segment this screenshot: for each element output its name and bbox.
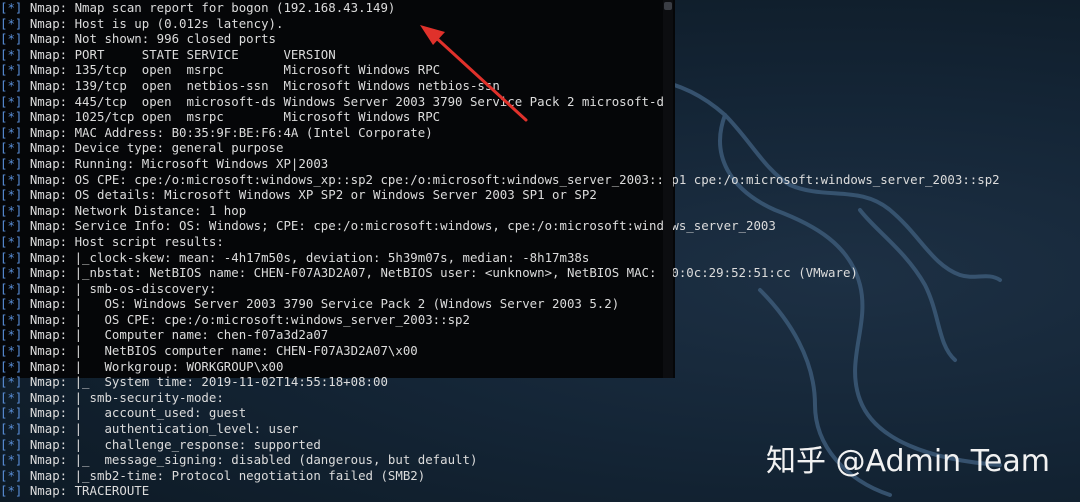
terminal-line: [*] Nmap: Not shown: 996 closed ports	[0, 31, 1000, 47]
terminal-line: [*] Nmap: Host script results:	[0, 234, 1000, 250]
terminal-scrollbar[interactable]	[663, 0, 673, 378]
line-text: Nmap: TRACEROUTE	[29, 483, 150, 499]
line-text: Nmap: | NetBIOS computer name: CHEN-F07A…	[29, 343, 418, 359]
line-prefix: [*]	[0, 77, 30, 93]
line-text: Nmap: | authentication_level: user	[29, 421, 299, 437]
line-prefix: [*]	[0, 0, 30, 15]
terminal-line: [*] Nmap: 445/tcp open microsoft-ds Wind…	[0, 94, 1000, 110]
terminal-line: [*] Nmap: | Computer name: chen-f07a3d2a…	[0, 327, 1000, 343]
line-text: Nmap: |_ message_signing: disabled (dang…	[29, 452, 478, 468]
terminal-line: [*] Nmap: Network Distance: 1 hop	[0, 203, 1000, 219]
line-prefix: [*]	[0, 374, 30, 390]
terminal-line: [*] Nmap: 1025/tcp open msrpc Microsoft …	[0, 109, 1000, 125]
terminal-line: [*] Nmap: | OS CPE: cpe:/o:microsoft:win…	[0, 312, 1000, 328]
line-prefix: [*]	[0, 296, 30, 312]
line-prefix: [*]	[0, 483, 30, 499]
line-prefix: [*]	[0, 311, 30, 327]
line-prefix: [*]	[0, 467, 30, 483]
line-prefix: [*]	[0, 327, 30, 343]
line-text: Nmap: |_smb2-time: Protocol negotiation …	[29, 467, 426, 483]
scrollbar-thumb[interactable]	[664, 2, 672, 10]
line-text: Nmap: Nmap scan report for bogon (192.16…	[29, 0, 396, 15]
terminal-line: [*] Nmap: |_ System time: 2019-11-02T14:…	[0, 374, 1000, 390]
line-text: Nmap: 135/tcp open msrpc Microsoft Windo…	[29, 62, 441, 78]
terminal-line: [*] Nmap: PORT STATE SERVICE VERSION	[0, 47, 1000, 63]
line-prefix: [*]	[0, 218, 30, 234]
terminal-line: [*] Nmap: | authentication_level: user	[0, 421, 1000, 437]
terminal-line: [*] Nmap: | smb-os-discovery:	[0, 281, 1000, 297]
terminal-line: [*] Nmap: OS CPE: cpe:/o:microsoft:windo…	[0, 172, 1000, 188]
line-prefix: [*]	[0, 233, 30, 249]
terminal-line: [*] Nmap: MAC Address: B0:35:9F:BE:F6:4A…	[0, 125, 1000, 141]
line-text: Nmap: | challenge_response: supported	[29, 436, 321, 452]
line-prefix: [*]	[0, 343, 30, 359]
line-prefix: [*]	[0, 358, 30, 374]
line-prefix: [*]	[0, 124, 30, 140]
line-text: Nmap: |_ System time: 2019-11-02T14:55:1…	[29, 374, 388, 390]
line-text: Nmap: 445/tcp open microsoft-ds Windows …	[29, 93, 672, 109]
line-prefix: [*]	[0, 389, 30, 405]
line-text: Nmap: |_nbstat: NetBIOS name: CHEN-F07A3…	[29, 265, 858, 281]
line-text: Nmap: | smb-security-mode:	[29, 389, 224, 405]
line-text: Nmap: |_clock-skew: mean: -4h17m50s, dev…	[29, 249, 590, 265]
terminal-line: [*] Nmap: Service Info: OS: Windows; CPE…	[0, 218, 1000, 234]
terminal-line: [*] Nmap: 139/tcp open netbios-ssn Micro…	[0, 78, 1000, 94]
line-text: Nmap: Host script results:	[29, 233, 224, 249]
line-prefix: [*]	[0, 46, 30, 62]
terminal-line: [*] Nmap: | account_used: guest	[0, 405, 1000, 421]
line-prefix: [*]	[0, 109, 30, 125]
line-text: Nmap: OS CPE: cpe:/o:microsoft:windows_x…	[29, 171, 1000, 187]
line-text: Nmap: PORT STATE SERVICE VERSION	[29, 46, 336, 62]
terminal-line: [*] Nmap: |_nbstat: NetBIOS name: CHEN-F…	[0, 265, 1000, 281]
line-text: Nmap: 139/tcp open netbios-ssn Microsoft…	[29, 77, 500, 93]
line-prefix: [*]	[0, 171, 30, 187]
line-text: Nmap: Network Distance: 1 hop	[29, 202, 247, 218]
terminal-output: [*] Nmap: Nmap scan report for bogon (19…	[0, 0, 1000, 499]
terminal-line: [*] Nmap: Nmap scan report for bogon (19…	[0, 0, 1000, 16]
terminal-line: [*] Nmap: | OS: Windows Server 2003 3790…	[0, 296, 1000, 312]
line-text: Nmap: Not shown: 996 closed ports	[29, 31, 277, 47]
terminal-line: [*] Nmap: | smb-security-mode:	[0, 390, 1000, 406]
line-prefix: [*]	[0, 280, 30, 296]
watermark: 知乎 @Admin Team	[766, 444, 1050, 479]
line-prefix: [*]	[0, 31, 30, 47]
line-text: Nmap: | OS CPE: cpe:/o:microsoft:windows…	[29, 311, 470, 327]
terminal-line: [*] Nmap: | Workgroup: WORKGROUP\x00	[0, 359, 1000, 375]
line-text: Nmap: Host is up (0.012s latency).	[29, 15, 284, 31]
line-prefix: [*]	[0, 452, 30, 468]
terminal-line: [*] Nmap: TRACEROUTE	[0, 483, 1000, 499]
line-prefix: [*]	[0, 93, 30, 109]
terminal-line: [*] Nmap: Running: Microsoft Windows XP|…	[0, 156, 1000, 172]
line-prefix: [*]	[0, 187, 30, 203]
line-text: Nmap: OS details: Microsoft Windows XP S…	[29, 187, 597, 203]
line-text: Nmap: Running: Microsoft Windows XP|2003	[29, 155, 329, 171]
terminal-line: [*] Nmap: 135/tcp open msrpc Microsoft W…	[0, 62, 1000, 78]
terminal-line: [*] Nmap: Device type: general purpose	[0, 140, 1000, 156]
line-text: Nmap: | account_used: guest	[29, 405, 247, 421]
line-prefix: [*]	[0, 155, 30, 171]
line-prefix: [*]	[0, 421, 30, 437]
terminal-line: [*] Nmap: |_clock-skew: mean: -4h17m50s,…	[0, 250, 1000, 266]
terminal-window: [*] Nmap: Nmap scan report for bogon (19…	[0, 0, 1000, 498]
line-prefix: [*]	[0, 140, 30, 156]
terminal-line: [*] Nmap: | NetBIOS computer name: CHEN-…	[0, 343, 1000, 359]
line-text: Nmap: | smb-os-discovery:	[29, 280, 217, 296]
line-prefix: [*]	[0, 265, 30, 281]
line-prefix: [*]	[0, 436, 30, 452]
terminal-line: [*] Nmap: Host is up (0.012s latency).	[0, 16, 1000, 32]
terminal-line: [*] Nmap: OS details: Microsoft Windows …	[0, 187, 1000, 203]
line-text: Nmap: MAC Address: B0:35:9F:BE:F6:4A (In…	[29, 124, 433, 140]
line-prefix: [*]	[0, 202, 30, 218]
line-text: Nmap: 1025/tcp open msrpc Microsoft Wind…	[29, 109, 441, 125]
line-prefix: [*]	[0, 249, 30, 265]
line-text: Nmap: | OS: Windows Server 2003 3790 Ser…	[29, 296, 620, 312]
line-text: Nmap: Device type: general purpose	[29, 140, 284, 156]
line-prefix: [*]	[0, 405, 30, 421]
line-text: Nmap: | Workgroup: WORKGROUP\x00	[29, 358, 284, 374]
line-prefix: [*]	[0, 62, 30, 78]
line-text: Nmap: | Computer name: chen-f07a3d2a07	[29, 327, 329, 343]
line-prefix: [*]	[0, 15, 30, 31]
